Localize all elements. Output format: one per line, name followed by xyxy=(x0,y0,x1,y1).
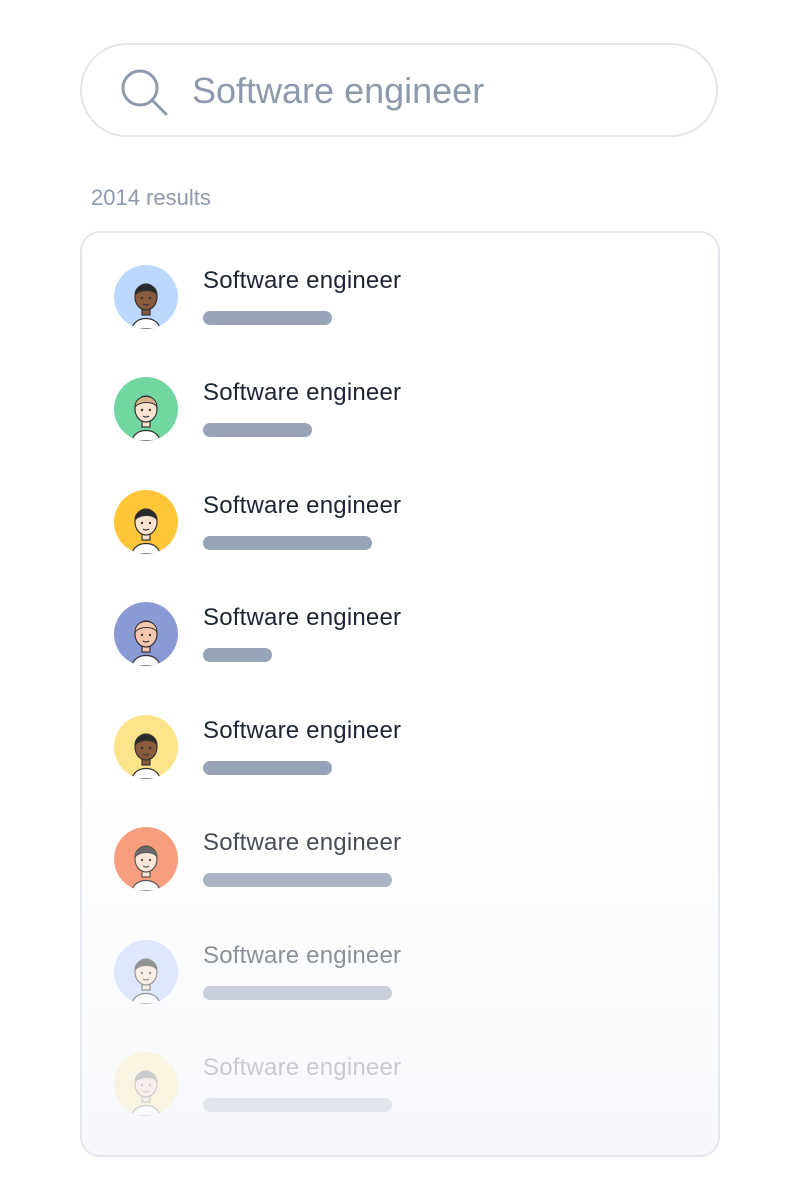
woman-curly-hair-avatar-icon xyxy=(114,715,178,779)
result-title: Software engineer xyxy=(203,267,402,294)
woman-avatar-icon xyxy=(114,1052,178,1116)
result-row[interactable]: Software engineer xyxy=(82,908,718,1020)
bald-man-avatar-icon xyxy=(114,602,178,666)
results-list: Software engineer Software engineer Softwa… xyxy=(80,231,720,1157)
search-bar[interactable] xyxy=(80,43,718,137)
result-subtitle-placeholder xyxy=(203,311,332,325)
woman-short-hair-avatar-icon xyxy=(114,490,178,554)
result-row[interactable]: Software engineer xyxy=(82,683,718,795)
result-title: Software engineer xyxy=(203,379,402,406)
result-subtitle-placeholder xyxy=(203,761,332,775)
woman-long-hair-avatar-icon xyxy=(114,940,178,1004)
man-with-cap-avatar-icon xyxy=(114,377,178,441)
result-row[interactable]: Software engineer xyxy=(82,570,718,682)
result-count: 2014 results xyxy=(91,185,211,210)
result-title: Software engineer xyxy=(203,1054,402,1081)
result-subtitle-placeholder xyxy=(203,1098,392,1112)
result-subtitle-placeholder xyxy=(203,423,312,437)
result-subtitle-placeholder xyxy=(203,536,372,550)
result-title: Software engineer xyxy=(203,942,402,969)
result-row[interactable]: Software engineer xyxy=(82,458,718,570)
bearded-man-avatar-icon xyxy=(114,827,178,891)
result-row[interactable]: Software engineer xyxy=(82,1020,718,1132)
result-subtitle-placeholder xyxy=(203,986,392,1000)
result-row[interactable]: Software engineer xyxy=(82,795,718,907)
result-row[interactable]: Software engineer xyxy=(82,345,718,457)
page: 2014 results Software engineerSoftware e… xyxy=(0,0,800,1200)
result-title: Software engineer xyxy=(203,717,402,744)
man-with-glasses-avatar-icon xyxy=(114,265,178,329)
result-title: Software engineer xyxy=(203,829,402,856)
result-subtitle-placeholder xyxy=(203,648,272,662)
result-title: Software engineer xyxy=(203,492,402,519)
search-input[interactable] xyxy=(192,65,672,117)
search-icon xyxy=(119,67,169,117)
result-row[interactable]: Software engineer xyxy=(82,233,718,345)
result-subtitle-placeholder xyxy=(203,873,392,887)
result-title: Software engineer xyxy=(203,604,402,631)
